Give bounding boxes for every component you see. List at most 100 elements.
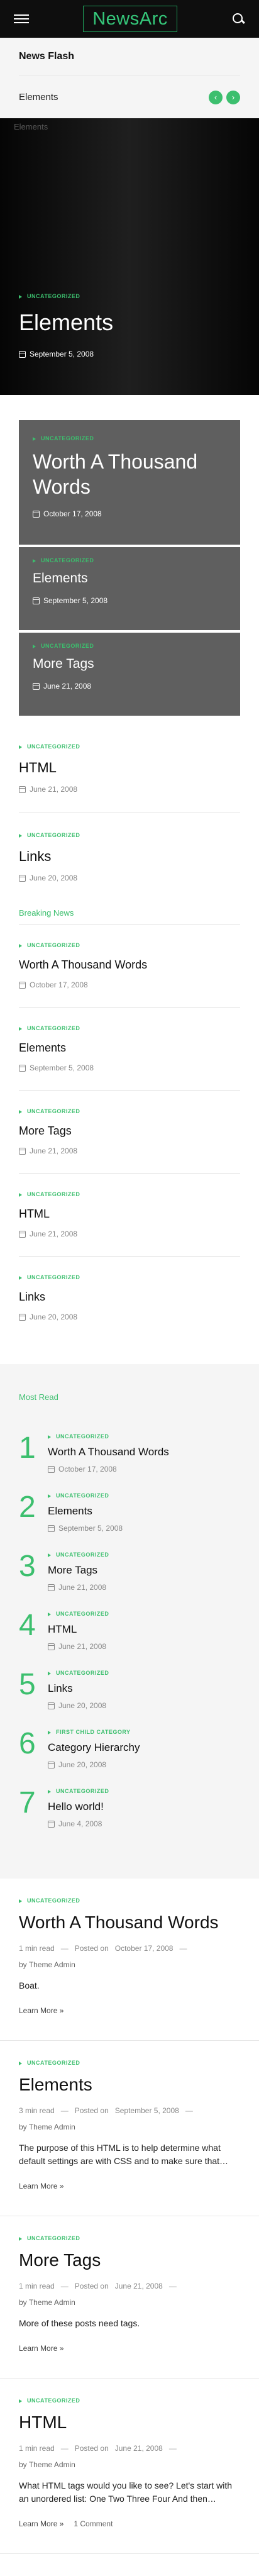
- separator: —: [168, 2444, 177, 2453]
- post-category[interactable]: UNCATEGORIZED: [19, 942, 240, 948]
- post-title[interactable]: Elements: [19, 1041, 240, 1055]
- learn-more-link[interactable]: Learn More »: [19, 2006, 63, 2015]
- caret-icon: [19, 2236, 22, 2241]
- news-flash-link[interactable]: Elements: [19, 92, 58, 103]
- learn-more-link[interactable]: Learn More »: [19, 2344, 63, 2353]
- calendar-icon: [48, 1820, 55, 1828]
- article-date[interactable]: June 21, 2008: [115, 2444, 163, 2453]
- post-category[interactable]: UNCATEGORIZED: [19, 2060, 240, 2066]
- post-title[interactable]: More Tags: [48, 1564, 109, 1577]
- post-category[interactable]: FIRST CHILD CATEGORY: [48, 1729, 140, 1735]
- featured-card[interactable]: UNCATEGORIZED More Tags June 21, 2008: [19, 633, 240, 716]
- post-title[interactable]: Worth A Thousand Words: [19, 958, 240, 972]
- caret-icon: [19, 294, 22, 299]
- calendar-icon: [19, 874, 26, 882]
- rank-number: 1: [19, 1431, 36, 1465]
- post-category[interactable]: UNCATEGORIZED: [19, 832, 240, 838]
- comments-link[interactable]: 1 Comment: [74, 2519, 113, 2528]
- article-title[interactable]: Worth A Thousand Words: [19, 1913, 240, 1933]
- post-category[interactable]: UNCATEGORIZED: [48, 1552, 109, 1558]
- posted-label: Posted on: [74, 1944, 109, 1953]
- author-link[interactable]: Theme Admin: [29, 1960, 75, 1969]
- post-category[interactable]: UNCATEGORIZED: [48, 1611, 109, 1617]
- calendar-icon: [48, 1584, 55, 1591]
- post-category[interactable]: UNCATEGORIZED: [19, 1108, 240, 1114]
- chevron-right-icon[interactable]: ›: [226, 90, 240, 104]
- ranked-item: 2 UNCATEGORIZED Elements September 5, 20…: [19, 1492, 240, 1533]
- card-category[interactable]: UNCATEGORIZED: [33, 643, 226, 649]
- article-title[interactable]: HTML: [19, 2412, 240, 2433]
- caret-icon: [19, 1899, 22, 1903]
- search-icon[interactable]: [231, 12, 245, 26]
- calendar-icon: [19, 981, 26, 989]
- post-category[interactable]: UNCATEGORIZED: [48, 1788, 109, 1794]
- article-card: UNCATEGORIZED Worth A Thousand Words 1 m…: [0, 1879, 259, 2041]
- rank-number: 7: [19, 1786, 36, 1819]
- list-item: UNCATEGORIZED Worth A Thousand Words Oct…: [0, 924, 259, 1007]
- article-title[interactable]: More Tags: [19, 2250, 240, 2270]
- separator: —: [60, 2106, 69, 2115]
- post-category[interactable]: UNCATEGORIZED: [48, 1492, 123, 1499]
- calendar-icon: [48, 1643, 55, 1650]
- post-title[interactable]: Elements: [48, 1505, 123, 1518]
- caret-icon: [48, 1494, 51, 1498]
- ranked-item: 1 UNCATEGORIZED Worth A Thousand Words O…: [19, 1433, 240, 1474]
- card-category[interactable]: UNCATEGORIZED: [33, 435, 226, 441]
- chevron-left-icon[interactable]: ‹: [209, 90, 223, 104]
- post-title[interactable]: Links: [48, 1682, 109, 1695]
- post-category[interactable]: UNCATEGORIZED: [19, 2397, 240, 2404]
- hero-banner[interactable]: Elements UNCATEGORIZED Elements Septembe…: [0, 118, 259, 395]
- article-feed: UNCATEGORIZED Worth A Thousand Words 1 m…: [0, 1879, 259, 2554]
- article-date[interactable]: September 5, 2008: [115, 2106, 179, 2115]
- post-category[interactable]: UNCATEGORIZED: [19, 2235, 240, 2241]
- post-title[interactable]: HTML: [19, 760, 240, 776]
- card-title[interactable]: Elements: [33, 571, 226, 586]
- article-card: UNCATEGORIZED Elements 3 min read — Poste…: [0, 2041, 259, 2216]
- hero-title[interactable]: Elements: [19, 309, 240, 336]
- card-title[interactable]: More Tags: [33, 657, 226, 672]
- post-title[interactable]: HTML: [48, 1623, 109, 1636]
- featured-card[interactable]: UNCATEGORIZED Elements September 5, 2008: [19, 547, 240, 630]
- featured-card[interactable]: UNCATEGORIZED Worth A Thousand Words Oct…: [19, 420, 240, 545]
- ranked-item: 6 FIRST CHILD CATEGORY Category Hierarch…: [19, 1729, 240, 1770]
- post-category[interactable]: UNCATEGORIZED: [19, 743, 240, 750]
- separator: —: [60, 1944, 69, 1953]
- card-category[interactable]: UNCATEGORIZED: [33, 557, 226, 564]
- post-category[interactable]: UNCATEGORIZED: [48, 1670, 109, 1676]
- list-item: UNCATEGORIZED Links June 20, 2008: [0, 1257, 259, 1339]
- calendar-icon: [48, 1465, 55, 1473]
- caret-icon: [19, 943, 22, 948]
- article-date[interactable]: June 21, 2008: [115, 2282, 163, 2290]
- card-title[interactable]: Worth A Thousand Words: [33, 449, 226, 499]
- rank-number: 2: [19, 1491, 36, 1524]
- post-title[interactable]: Links: [19, 1291, 240, 1304]
- read-time: 1 min read: [19, 2282, 55, 2290]
- article-date[interactable]: October 17, 2008: [115, 1944, 174, 1953]
- post-category[interactable]: UNCATEGORIZED: [19, 1191, 240, 1197]
- learn-more-link[interactable]: Learn More »: [19, 2182, 63, 2190]
- author-link[interactable]: Theme Admin: [29, 2460, 75, 2469]
- author-link[interactable]: Theme Admin: [29, 2123, 75, 2131]
- article-title[interactable]: Elements: [19, 2075, 240, 2095]
- post-category[interactable]: UNCATEGORIZED: [19, 1025, 240, 1031]
- post-date: September 5, 2008: [48, 1524, 123, 1533]
- post-title[interactable]: More Tags: [19, 1124, 240, 1138]
- post-category[interactable]: UNCATEGORIZED: [48, 1433, 169, 1440]
- post-category[interactable]: UNCATEGORIZED: [19, 1897, 240, 1904]
- post-title[interactable]: Worth A Thousand Words: [48, 1446, 169, 1458]
- post-title[interactable]: Links: [19, 848, 240, 865]
- caret-icon: [19, 1109, 22, 1114]
- menu-icon[interactable]: [14, 14, 29, 23]
- post-category[interactable]: UNCATEGORIZED: [19, 1274, 240, 1280]
- hero-category[interactable]: UNCATEGORIZED: [19, 293, 240, 299]
- calendar-icon: [19, 1064, 26, 1072]
- post-title[interactable]: Category Hierarchy: [48, 1741, 140, 1754]
- post-title[interactable]: Hello world!: [48, 1801, 109, 1813]
- featured-cards: UNCATEGORIZED Worth A Thousand Words Oct…: [0, 395, 259, 724]
- site-logo[interactable]: NewsArc: [83, 5, 177, 33]
- calendar-icon: [19, 1313, 26, 1321]
- news-flash-ticker: Elements ‹ ›: [19, 75, 240, 118]
- post-title[interactable]: HTML: [19, 1208, 240, 1221]
- learn-more-link[interactable]: Learn More »: [19, 2519, 63, 2528]
- author-link[interactable]: Theme Admin: [29, 2298, 75, 2307]
